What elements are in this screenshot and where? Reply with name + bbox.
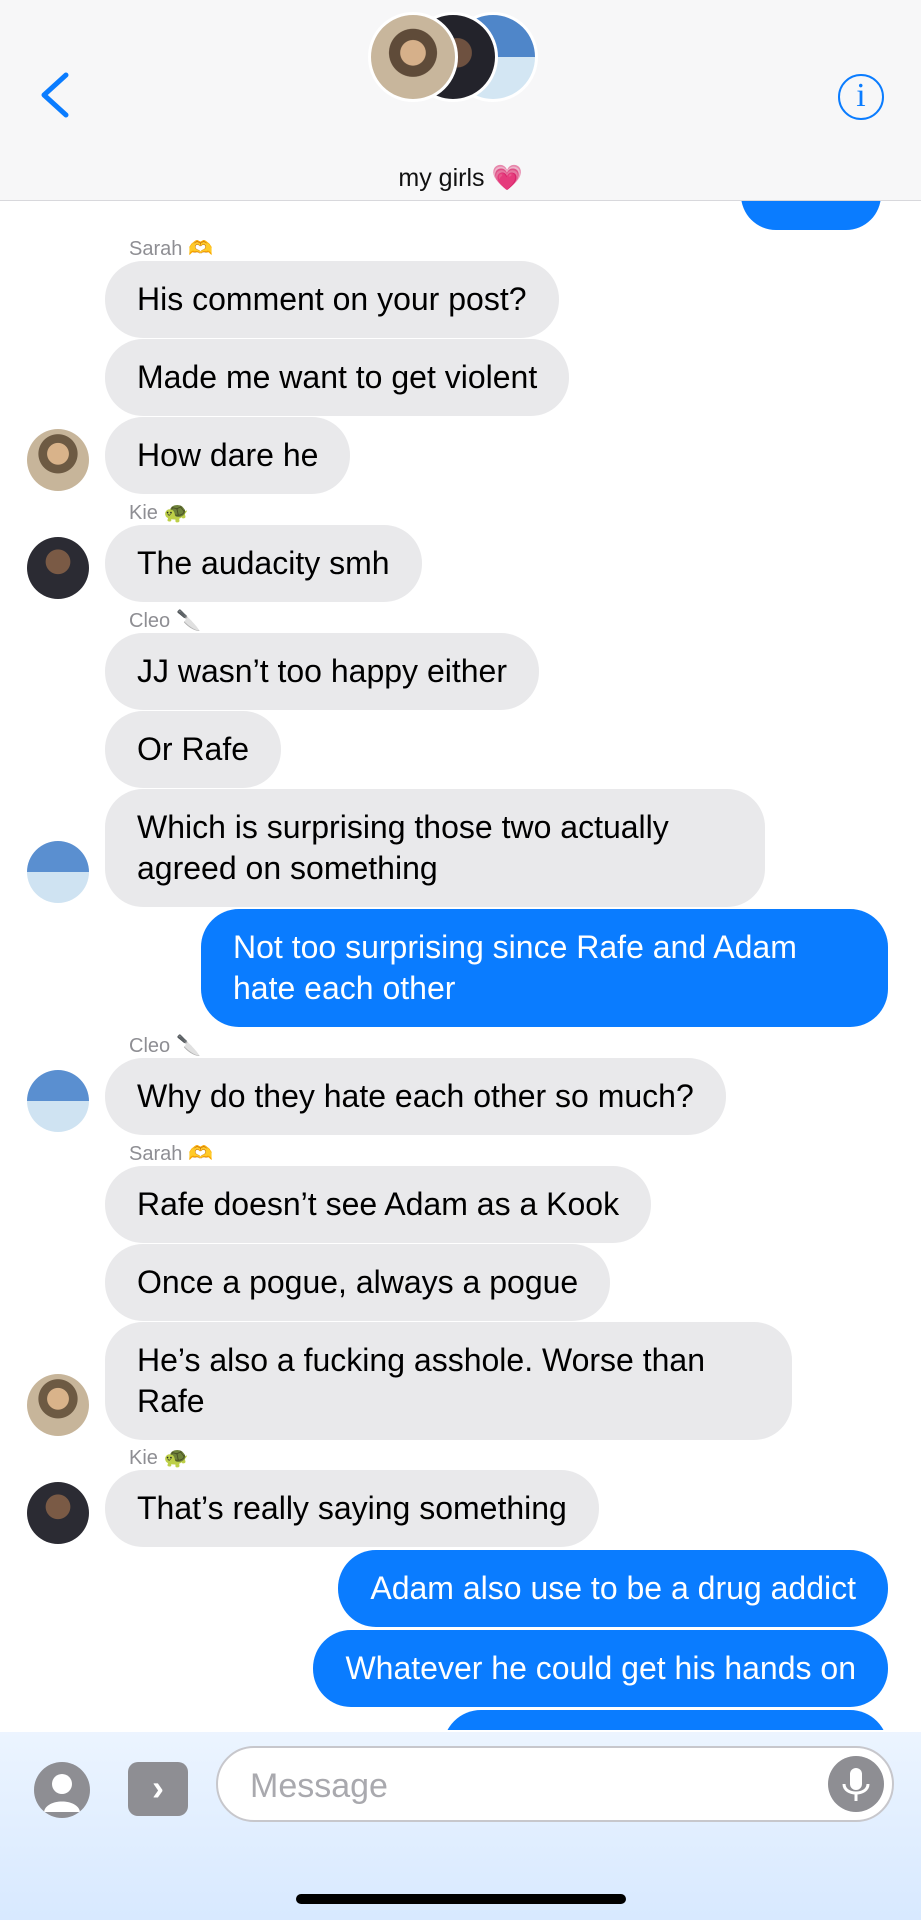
- back-chevron-icon[interactable]: [36, 70, 76, 120]
- group-name: my girls: [398, 164, 485, 192]
- group-avatar-sarah: [368, 12, 458, 102]
- info-icon[interactable]: i: [838, 74, 884, 120]
- message-field[interactable]: [216, 1746, 894, 1822]
- message-text: Made me want to get violent: [137, 359, 538, 395]
- sender-emoji: 🐢: [163, 502, 189, 524]
- conversation-header: my girls 💗 i: [0, 0, 921, 201]
- sender-label: Cleo 🔪: [129, 1033, 201, 1058]
- group-title[interactable]: my girls 💗: [0, 164, 921, 193]
- sender-label: Sarah 🫶: [129, 1141, 213, 1166]
- message-text: His comment on your post?: [137, 281, 527, 317]
- incoming-message-bubble[interactable]: That’s really saying something: [105, 1470, 599, 1547]
- person-icon: [44, 1774, 80, 1812]
- sender-emoji: 🐢: [163, 1447, 189, 1469]
- message-text: That’s really saying something: [137, 1490, 567, 1526]
- message-text: Whatever he could get his hands on: [345, 1650, 856, 1686]
- sender-emoji: 🔪: [176, 1035, 202, 1057]
- message-input[interactable]: [248, 1760, 812, 1812]
- message-text-line: Rafe: [137, 1383, 205, 1419]
- incoming-message-bubble[interactable]: Or Rafe: [105, 711, 282, 788]
- sender-name: Cleo: [129, 1035, 171, 1057]
- message-text: JJ wasn’t too happy either: [137, 653, 507, 689]
- sender-label: Sarah 🫶: [129, 236, 213, 261]
- incoming-message-bubble[interactable]: The audacity smh: [105, 525, 422, 602]
- sender-name: Kie: [129, 502, 158, 524]
- microphone-button[interactable]: [828, 1756, 884, 1812]
- sender-emoji: 🔪: [176, 610, 202, 632]
- microphone-icon: [842, 1768, 870, 1801]
- outgoing-bubble-partial[interactable]: [741, 200, 881, 230]
- compose-bar: ›: [0, 1732, 921, 1920]
- incoming-message-bubble[interactable]: Made me want to get violent: [105, 339, 570, 416]
- sender-name: Kie: [129, 1447, 158, 1469]
- group-avatars[interactable]: [368, 12, 538, 104]
- chevron-right-icon: ›: [152, 1767, 164, 1808]
- message-text: Rafe doesn’t see Adam as a Kook: [137, 1186, 620, 1222]
- message-text: Or Rafe: [137, 731, 250, 767]
- sender-label: Kie 🐢: [129, 500, 189, 525]
- sender-label: Cleo 🔪: [129, 608, 201, 633]
- outgoing-message-bubble[interactable]: Adam also use to be a drug addict: [338, 1550, 888, 1627]
- incoming-message-bubble[interactable]: JJ wasn’t too happy either: [105, 633, 539, 710]
- sender-emoji: 🫶: [188, 238, 214, 260]
- sender-avatar-sarah[interactable]: [27, 429, 89, 491]
- message-text: The audacity smh: [137, 545, 390, 581]
- apps-button[interactable]: ›: [128, 1762, 188, 1816]
- sender-emoji: 🫶: [188, 1143, 214, 1165]
- sender-avatar-kie[interactable]: [27, 537, 89, 599]
- home-indicator: [296, 1894, 626, 1904]
- incoming-message-bubble[interactable]: Which is surprising those two actually a…: [105, 789, 765, 907]
- incoming-message-bubble[interactable]: Rafe doesn’t see Adam as a Kook: [105, 1166, 652, 1243]
- sender-name: Cleo: [129, 610, 171, 632]
- incoming-message-bubble[interactable]: Why do they hate each other so much?: [105, 1058, 726, 1135]
- sender-avatar-kie[interactable]: [27, 1482, 89, 1544]
- message-text-line: agreed on something: [137, 850, 438, 886]
- message-text-line: Not too surprising since Rafe and Adam: [233, 929, 797, 965]
- message-text: How dare he: [137, 437, 319, 473]
- sender-avatar-cleo[interactable]: [27, 841, 89, 903]
- incoming-message-bubble[interactable]: His comment on your post?: [105, 261, 559, 338]
- incoming-message-bubble[interactable]: He’s also a fucking asshole. Worse than …: [105, 1322, 792, 1440]
- message-text-line: He’s also a fucking asshole. Worse than: [137, 1342, 706, 1378]
- group-emoji: 💗: [491, 164, 523, 192]
- sender-name: Sarah: [129, 1143, 183, 1165]
- message-text-line: hate each other: [233, 970, 456, 1006]
- message-text: Adam also use to be a drug addict: [370, 1570, 856, 1606]
- message-text-line: Which is surprising those two actually: [137, 809, 669, 845]
- incoming-message-bubble[interactable]: Once a pogue, always a pogue: [105, 1244, 611, 1321]
- message-text: Once a pogue, always a pogue: [137, 1264, 579, 1300]
- sender-name: Sarah: [129, 238, 183, 260]
- sender-avatar-cleo[interactable]: [27, 1070, 89, 1132]
- sender-avatar-sarah[interactable]: [27, 1374, 89, 1436]
- outgoing-bubble-partial[interactable]: [443, 1710, 888, 1730]
- outgoing-message-bubble[interactable]: Whatever he could get his hands on: [313, 1630, 888, 1707]
- incoming-message-bubble[interactable]: How dare he: [105, 417, 351, 494]
- outgoing-message-bubble[interactable]: Not too surprising since Rafe and Adam h…: [201, 909, 888, 1027]
- message-text: Why do they hate each other so much?: [137, 1078, 694, 1114]
- contact-button[interactable]: [34, 1762, 90, 1818]
- message-list[interactable]: Sarah 🫶 His comment on your post? Made me…: [0, 200, 921, 1730]
- sender-label: Kie 🐢: [129, 1445, 189, 1470]
